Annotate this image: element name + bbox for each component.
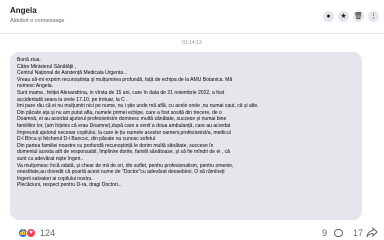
message-line: sunt cu adevărat niște îngeri.. xyxy=(17,155,84,162)
message-line: Bună ziua. xyxy=(17,57,41,63)
star-icon[interactable]: ★ xyxy=(338,11,349,22)
message-line: Centrul Național de Asistență Medicala U… xyxy=(17,70,128,77)
message-line: D-l Bîrca și felcherul D-l Bancuc, din p… xyxy=(17,136,157,143)
message-line: Sunt mama , fetiței Alexandrina, in vîrs… xyxy=(17,89,225,96)
message-line: accidentată seara la orele 17.10, pe tro… xyxy=(17,96,128,103)
sender-name[interactable]: Angela xyxy=(10,6,37,15)
message-line: Din partea familiei noastre cu profundă … xyxy=(17,142,214,149)
message-line: Din păcate ața și nu am putut afla, nume… xyxy=(17,109,222,116)
dot-icon[interactable]: ● xyxy=(323,11,334,22)
message-line: onestitate,au dovedit că poartă acest nu… xyxy=(17,169,225,176)
trash-icon[interactable]: 🗑 xyxy=(353,11,364,22)
header-divider xyxy=(0,33,384,34)
message-line: Doamnă, ei au acordat ajutorul profesion… xyxy=(17,116,227,123)
love-reaction-icon[interactable]: ♥ xyxy=(26,228,36,238)
message-header: Angela Aldobot o connessage ● ★ 🗑 ⋮ xyxy=(0,0,384,34)
comment-count[interactable]: 9 xyxy=(322,228,327,238)
message-timestamp: 01:14:13 xyxy=(182,40,202,46)
message-line: îngerii salvatori ai copilului nostru. xyxy=(17,175,93,182)
message-line: domeniul acesta atît de responsabil, împ… xyxy=(17,149,230,156)
message-line: familiilor lor, (am înțeles că erau Doam… xyxy=(17,122,231,129)
message-line: numesc Angela. xyxy=(17,83,53,90)
message-line: Plecăciuni, respect pentru D-ra, dragi D… xyxy=(17,182,122,189)
reaction-count[interactable]: 124 xyxy=(40,228,55,238)
share-count[interactable]: 17 xyxy=(353,228,363,238)
message-line: Vreau să-mi exprim recunoștința și mulțu… xyxy=(17,76,233,83)
message-line: Îmi pare rău că ei nu mulțumiri nici pe … xyxy=(17,103,259,110)
more-icon[interactable]: ⋮ xyxy=(368,11,379,22)
message-line: împreună ajutorul necesar copilului, la … xyxy=(17,129,231,136)
share-icon[interactable] xyxy=(366,227,378,238)
comment-icon[interactable] xyxy=(334,229,343,237)
message-line: Va mulțumesc încă odată, și chear de mii… xyxy=(17,162,234,169)
message-bubble: Bună ziua. Către Ministerul Sănătății , … xyxy=(10,52,362,220)
message-line: Către Ministerul Sănătății , xyxy=(17,63,77,70)
sender-subtitle: Aldobot o connessage xyxy=(10,18,65,24)
